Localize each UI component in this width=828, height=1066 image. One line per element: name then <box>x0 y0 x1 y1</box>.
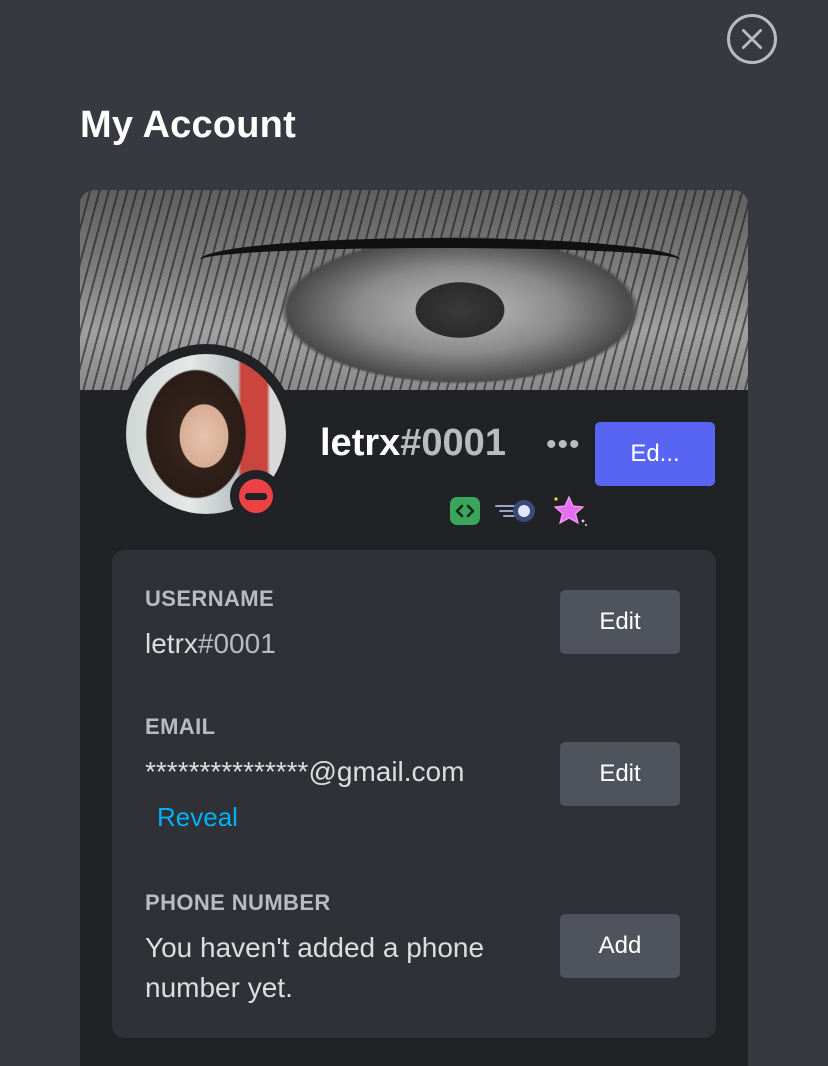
dnd-status-icon <box>230 470 282 522</box>
edit-profile-button[interactable]: Ed... <box>595 422 715 486</box>
account-settings-page: My Account letrx #0001 ••• Ed... USERNAM… <box>0 0 828 1066</box>
email-value: ***************@gmail.com <box>145 756 465 787</box>
badge-list <box>450 495 588 526</box>
username-field: USERNAME letrx#0001 <box>145 586 276 664</box>
email-label: EMAIL <box>145 714 216 739</box>
page-title: My Account <box>80 104 296 146</box>
close-button[interactable] <box>727 14 777 64</box>
username-value-disc: #0001 <box>197 628 276 659</box>
close-icon <box>741 28 763 50</box>
reveal-email-link[interactable]: Reveal <box>157 802 464 833</box>
active-developer-badge-icon[interactable] <box>450 497 480 525</box>
profile-card: letrx #0001 ••• Ed... USERNAME letrx#000… <box>80 190 748 1066</box>
more-options-icon[interactable]: ••• <box>546 430 581 460</box>
edit-username-button[interactable]: Edit <box>560 590 680 654</box>
username-label: USERNAME <box>145 586 275 611</box>
email-field: EMAIL ***************@gmail.com Reveal <box>145 714 464 833</box>
profile-username: letrx #0001 <box>320 422 506 465</box>
username-value: letrx#0001 <box>145 624 276 664</box>
discriminator-text: #0001 <box>400 422 506 464</box>
add-phone-button[interactable]: Add <box>560 914 680 978</box>
edit-email-button[interactable]: Edit <box>560 742 680 806</box>
hypesquad-speed-badge-icon[interactable] <box>494 496 538 526</box>
phone-value: You haven't added a phone number yet. <box>145 932 485 1003</box>
phone-field: PHONE NUMBER You haven't added a phone n… <box>145 890 545 1008</box>
nitro-star-badge-icon[interactable] <box>552 495 588 526</box>
account-info-panel: USERNAME letrx#0001 Edit EMAIL *********… <box>112 550 716 1038</box>
phone-label: PHONE NUMBER <box>145 890 331 915</box>
username-text: letrx <box>320 422 401 464</box>
username-value-name: letrx <box>145 628 198 659</box>
